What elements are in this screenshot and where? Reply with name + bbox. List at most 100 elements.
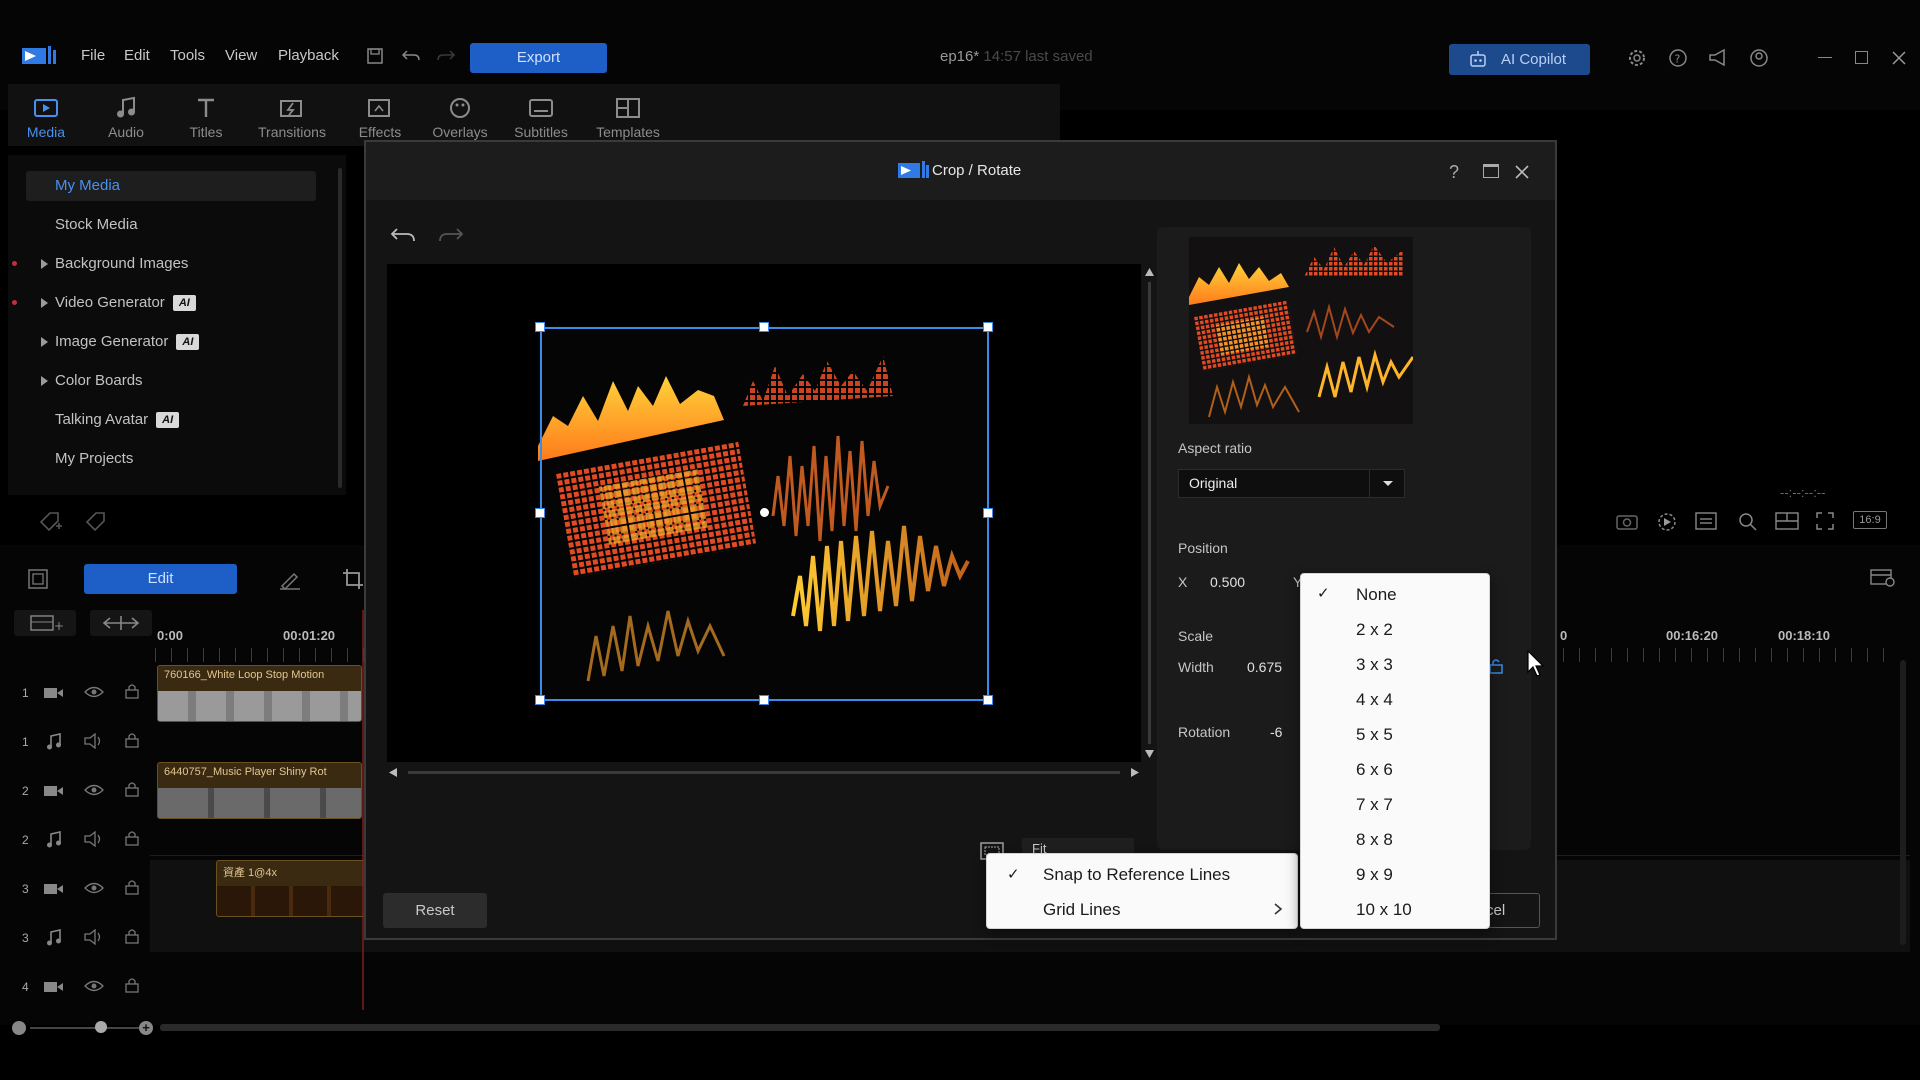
crop-handle-bottom-left[interactable] xyxy=(535,695,545,705)
list-icon[interactable] xyxy=(1695,512,1717,530)
edit-button[interactable]: Edit xyxy=(84,564,237,594)
add-tag-icon[interactable] xyxy=(38,510,64,534)
menu-item-grid-lines[interactable]: Grid Lines xyxy=(1043,900,1120,920)
dialog-maximize-icon[interactable] xyxy=(1483,164,1499,178)
pen-tool-icon[interactable] xyxy=(278,568,302,590)
lock-icon[interactable] xyxy=(125,977,139,993)
library-item-stock-media[interactable]: Stock Media xyxy=(55,216,138,233)
zoom-slider-track[interactable] xyxy=(30,1027,140,1029)
timeline-vertical-scrollbar[interactable] xyxy=(1900,660,1906,945)
tab-subtitles[interactable]: Subtitles xyxy=(501,92,581,140)
grid-option-10x10[interactable]: 10 x 10 xyxy=(1356,900,1412,920)
rotation-input[interactable]: -6 xyxy=(1270,724,1282,740)
feedback-megaphone-icon[interactable] xyxy=(1708,48,1730,68)
visibility-eye-icon[interactable] xyxy=(84,881,104,895)
export-button[interactable]: Export xyxy=(470,43,607,73)
grid-option-8x8[interactable]: 8 x 8 xyxy=(1356,830,1393,850)
crop-handle-top-right[interactable] xyxy=(983,322,993,332)
library-item-my-media[interactable]: My Media xyxy=(55,177,120,194)
menu-view[interactable]: View xyxy=(225,47,257,64)
add-track-button[interactable]: + xyxy=(14,610,76,636)
library-item-image-generator[interactable]: Image Generator AI xyxy=(55,333,200,351)
menu-tools[interactable]: Tools xyxy=(170,47,205,64)
grid-option-3x3[interactable]: 3 x 3 xyxy=(1356,655,1393,675)
library-scrollbar[interactable] xyxy=(338,168,342,488)
tab-media[interactable]: Media xyxy=(6,92,86,140)
visibility-eye-icon[interactable] xyxy=(84,685,104,699)
grid-option-2x2[interactable]: 2 x 2 xyxy=(1356,620,1393,640)
timeline-horizontal-scrollbar[interactable] xyxy=(160,1024,1440,1031)
chevron-down-icon[interactable] xyxy=(1369,469,1405,498)
menu-playback[interactable]: Playback xyxy=(278,47,339,64)
ai-copilot-button[interactable]: AI Copilot xyxy=(1449,44,1590,75)
tab-audio[interactable]: Audio xyxy=(86,92,166,140)
grid-option-7x7[interactable]: 7 x 7 xyxy=(1356,795,1393,815)
crop-handle-bottom-right[interactable] xyxy=(983,695,993,705)
visibility-eye-icon[interactable] xyxy=(84,979,104,993)
tab-effects[interactable]: Effects xyxy=(340,92,420,140)
crop-handle-left[interactable] xyxy=(535,508,545,518)
zoom-in-icon[interactable]: + xyxy=(139,1021,153,1035)
grid-option-6x6[interactable]: 6 x 6 xyxy=(1356,760,1393,780)
crop-center-point[interactable] xyxy=(760,508,769,517)
crop-handle-top[interactable] xyxy=(759,322,769,332)
library-item-color-boards[interactable]: Color Boards xyxy=(55,372,143,389)
settings-gear-icon[interactable] xyxy=(1627,48,1647,68)
aspect-lock-icon[interactable] xyxy=(1489,658,1503,674)
save-icon[interactable] xyxy=(366,47,384,65)
remove-tag-icon[interactable] xyxy=(84,510,110,534)
scale-width-input[interactable]: 0.675 xyxy=(1247,659,1282,675)
timeline-clip-video[interactable]: 760166_White Loop Stop Motion xyxy=(157,665,362,722)
snapshot-camera-icon[interactable] xyxy=(1616,512,1638,530)
undo-icon[interactable] xyxy=(401,47,421,65)
timeline-clip-image[interactable]: 資產 1@4x xyxy=(216,860,366,917)
dialog-help-icon[interactable]: ? xyxy=(1449,162,1459,183)
help-icon[interactable]: ? xyxy=(1668,48,1688,68)
zoom-out-icon[interactable] xyxy=(12,1021,26,1035)
aspect-ratio-badge[interactable]: 16:9 xyxy=(1853,511,1887,529)
crop-handle-bottom[interactable] xyxy=(759,695,769,705)
fullscreen-icon[interactable] xyxy=(1815,511,1835,531)
window-close-icon[interactable] xyxy=(1891,50,1907,66)
lock-icon[interactable] xyxy=(125,830,139,846)
lock-icon[interactable] xyxy=(125,781,139,797)
lock-icon[interactable] xyxy=(125,879,139,895)
canvas-vertical-scrollbar[interactable] xyxy=(1143,268,1156,758)
redo-icon[interactable] xyxy=(436,47,456,65)
lock-icon[interactable] xyxy=(125,683,139,699)
expand-arrow-icon[interactable] xyxy=(41,259,48,269)
tab-titles[interactable]: Titles xyxy=(166,92,246,140)
timeline-settings-icon[interactable] xyxy=(1870,566,1896,588)
crop-redo-icon[interactable] xyxy=(438,226,464,244)
timeline-clip-video[interactable]: 6440757_Music Player Shiny Rot xyxy=(157,762,362,819)
tab-transitions[interactable]: Transitions xyxy=(252,92,332,140)
expand-arrow-icon[interactable] xyxy=(41,376,48,386)
timeline-view-icon[interactable] xyxy=(27,568,49,590)
crop-undo-icon[interactable] xyxy=(390,226,416,244)
speaker-icon[interactable] xyxy=(84,733,104,749)
minimize-icon[interactable] xyxy=(1818,57,1832,58)
menu-file[interactable]: File xyxy=(81,47,105,64)
tab-overlays[interactable]: Overlays xyxy=(420,92,500,140)
crop-handle-right[interactable] xyxy=(983,508,993,518)
lock-icon[interactable] xyxy=(125,732,139,748)
speaker-icon[interactable] xyxy=(84,831,104,847)
menu-item-snap-to-reference-lines[interactable]: Snap to Reference Lines xyxy=(1043,865,1230,885)
library-item-talking-avatar[interactable]: Talking Avatar AI xyxy=(55,411,180,429)
restore-icon[interactable] xyxy=(1855,51,1868,64)
lock-icon[interactable] xyxy=(125,928,139,944)
play-options-icon[interactable] xyxy=(1656,511,1680,531)
canvas-horizontal-scrollbar[interactable] xyxy=(389,766,1139,779)
grid-option-none[interactable]: None xyxy=(1356,585,1397,605)
menu-edit[interactable]: Edit xyxy=(124,47,150,64)
grid-option-5x5[interactable]: 5 x 5 xyxy=(1356,725,1393,745)
crop-handle-top-left[interactable] xyxy=(535,322,545,332)
library-item-video-generator[interactable]: Video Generator AI xyxy=(55,294,196,312)
library-item-background-images[interactable]: Background Images xyxy=(55,255,188,272)
zoom-slider-thumb[interactable] xyxy=(95,1021,107,1033)
zoom-icon[interactable] xyxy=(1737,511,1759,531)
account-icon[interactable] xyxy=(1749,48,1769,68)
visibility-eye-icon[interactable] xyxy=(84,783,104,797)
expand-arrow-icon[interactable] xyxy=(41,337,48,347)
crop-icon[interactable] xyxy=(342,568,364,590)
